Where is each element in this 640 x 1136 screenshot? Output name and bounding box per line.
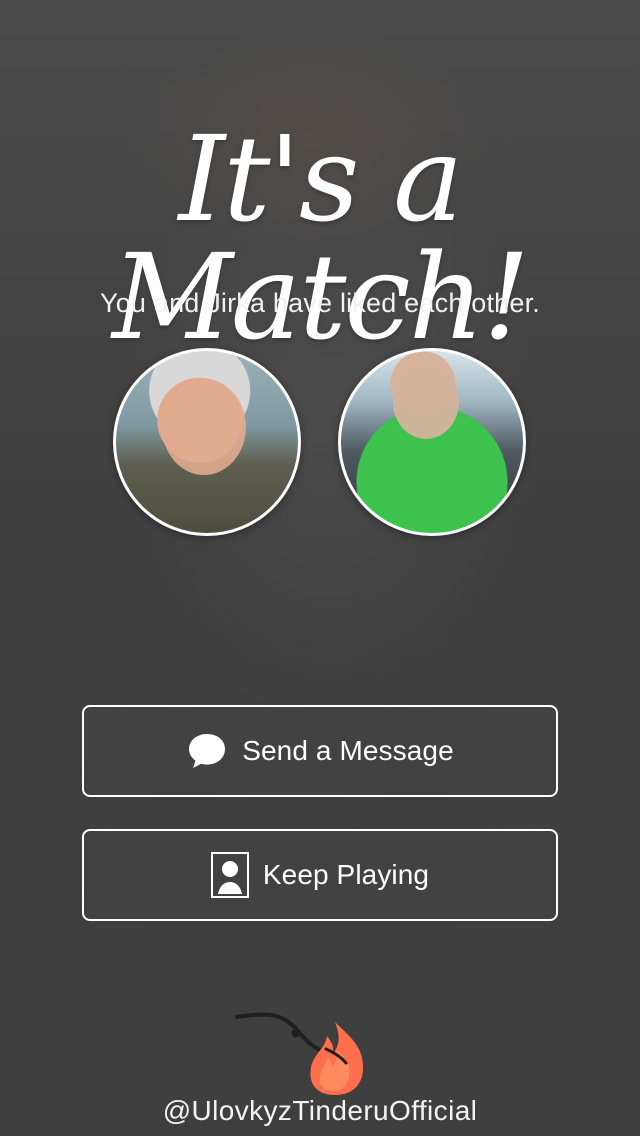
send-message-label: Send a Message	[242, 735, 454, 766]
person-icon	[210, 852, 249, 898]
page-title: It's a Match!	[111, 110, 530, 366]
match-subtitle: You and Jirka have liked each other.	[99, 288, 540, 318]
avatar-right-face	[393, 365, 459, 439]
chat-bubble-icon	[186, 731, 228, 771]
avatar-right	[338, 348, 526, 536]
fishing-hook-flame-icon	[225, 1005, 395, 1100]
avatar-left	[113, 348, 301, 536]
avatar-left-face	[162, 379, 246, 475]
keep-playing-button[interactable]: Keep Playing	[82, 829, 558, 921]
keep-playing-label: Keep Playing	[262, 859, 430, 890]
account-handle: @UlovkyzTinderuOfficial	[162, 1095, 478, 1126]
send-message-button[interactable]: Send a Message	[82, 705, 558, 797]
